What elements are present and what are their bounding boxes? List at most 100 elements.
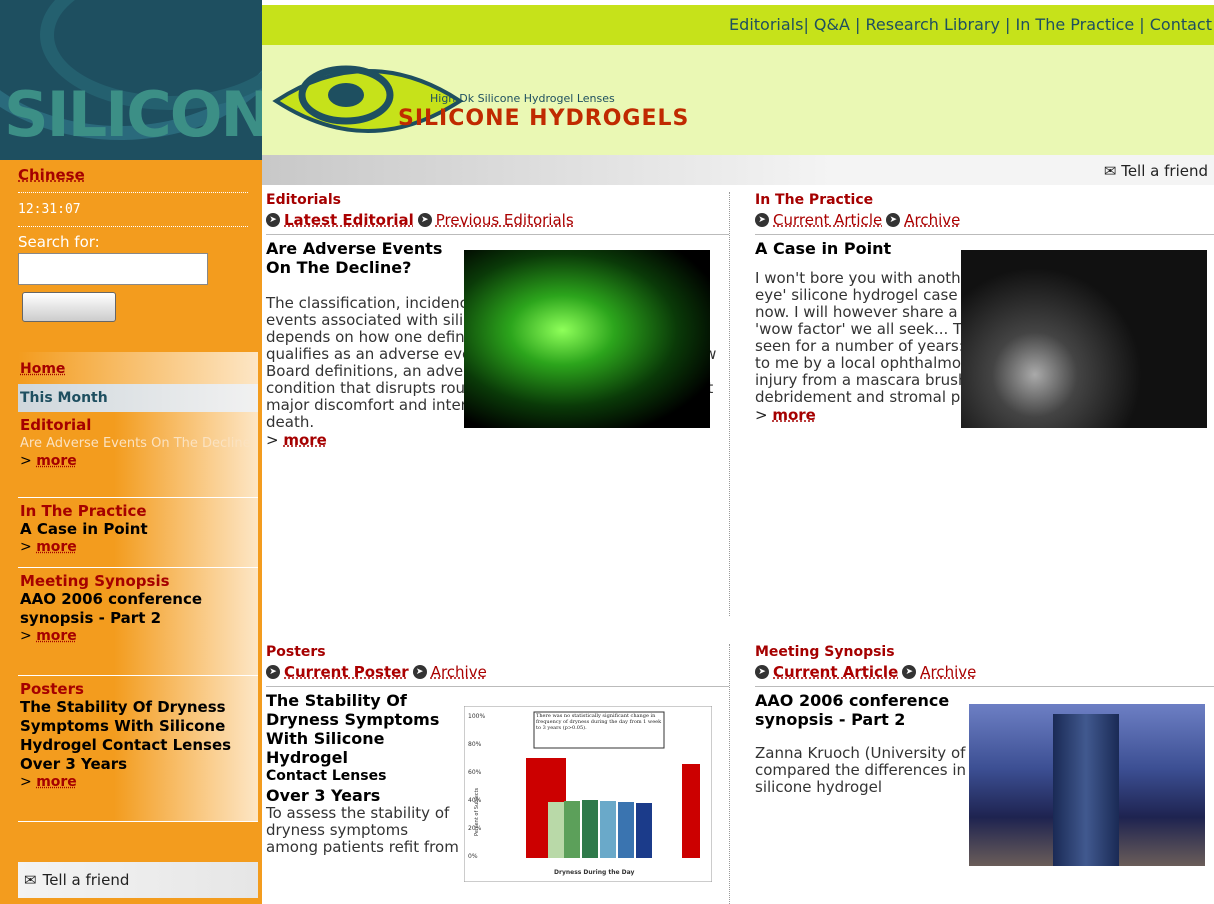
nav-in-the-practice[interactable]: In The Practice bbox=[1015, 15, 1134, 34]
poster-chart[interactable]: 100% 80% 60% 40% 20% 0% There was no sta… bbox=[464, 706, 712, 882]
panel-meeting: Meeting Synopsis ➤ Current Article ➤ Arc… bbox=[755, 644, 1214, 904]
tagline: High-Dk Silicone Hydrogel Lenses bbox=[430, 92, 615, 105]
panel-category: In The Practice bbox=[755, 192, 874, 208]
divider bbox=[266, 686, 729, 687]
tell-a-friend-top[interactable]: ✉ Tell a friend bbox=[1104, 162, 1208, 180]
nav-section-posters: Posters The Stability Of Dryness Symptom… bbox=[18, 676, 258, 822]
search-button[interactable] bbox=[22, 292, 116, 322]
site-banner bbox=[262, 45, 1214, 155]
more-link[interactable]: > more bbox=[20, 628, 256, 644]
divider bbox=[755, 234, 1214, 235]
nav-section-title[interactable]: The Stability Of Dryness Symptoms With S… bbox=[20, 698, 256, 774]
divider bbox=[18, 192, 248, 193]
arrow-right-icon: ➤ bbox=[266, 213, 280, 227]
envelope-icon: ✉ bbox=[24, 871, 37, 889]
left-sidebar: SILICONE Chinese 12:31:07 Search for: Ho… bbox=[0, 0, 262, 904]
sidebar-nav: Home This Month Editorial Are Adverse Ev… bbox=[18, 352, 258, 822]
poster-title[interactable]: The Stability Of Dryness Symptoms With S… bbox=[266, 691, 460, 767]
bar bbox=[582, 800, 598, 858]
previous-editorials-link[interactable]: Previous Editorials bbox=[436, 211, 574, 229]
y-tick: 80% bbox=[468, 741, 482, 748]
brand-name: SILICONE HYDROGELS bbox=[398, 106, 690, 131]
nav-section-practice: In The Practice A Case in Point > more bbox=[18, 498, 258, 568]
arrow-right-icon: ➤ bbox=[886, 213, 901, 227]
panel-links: ➤ Current Poster ➤ Archive bbox=[266, 663, 729, 681]
nav-section-title[interactable]: Are Adverse Events On The Decline bbox=[20, 434, 256, 453]
arrow-right-icon: ➤ bbox=[417, 213, 432, 227]
nav-qa[interactable]: Q&A bbox=[814, 15, 850, 34]
panel-editorials: Editorials ➤ Latest Editorial ➤ Previous… bbox=[266, 192, 730, 616]
panel-practice: In The Practice ➤ Current Article ➤ Arch… bbox=[755, 192, 1214, 616]
nav-section-title[interactable]: AAO 2006 conference synopsis - Part 2 bbox=[20, 590, 256, 628]
y-tick: 100% bbox=[468, 713, 485, 720]
bar bbox=[636, 803, 652, 858]
nav-this-month: This Month bbox=[18, 384, 258, 412]
language-link[interactable]: Chinese bbox=[18, 166, 85, 184]
nav-editorials[interactable]: Editorials bbox=[729, 15, 803, 34]
bar bbox=[548, 802, 564, 858]
poster-title-cont[interactable]: Contact Lenses bbox=[266, 767, 460, 786]
panel-links: ➤ Current Article ➤ Archive bbox=[755, 211, 1214, 229]
archive-link[interactable]: Archive bbox=[904, 211, 960, 229]
panel-posters: Posters ➤ Current Poster ➤ Archive 100% … bbox=[266, 644, 730, 904]
arrow-right-icon: ➤ bbox=[266, 665, 280, 679]
panel-category: Meeting Synopsis bbox=[755, 644, 895, 660]
top-nav-bar: Editorials| Q&A | Research Library | In … bbox=[262, 5, 1214, 45]
silicone-logo: SILICONE bbox=[0, 0, 262, 160]
divider bbox=[755, 686, 1214, 687]
building-graphic bbox=[1053, 714, 1119, 866]
top-nav: Editorials| Q&A | Research Library | In … bbox=[729, 15, 1212, 34]
bar bbox=[618, 802, 634, 858]
more-link[interactable]: > more bbox=[20, 453, 256, 469]
envelope-icon: ✉ bbox=[1103, 162, 1117, 180]
nav-research-library[interactable]: Research Library bbox=[866, 15, 1000, 34]
nav-section-editorial: Editorial Are Adverse Events On The Decl… bbox=[18, 412, 258, 498]
bar bbox=[564, 801, 580, 858]
search-input[interactable] bbox=[18, 253, 208, 285]
article-image-building[interactable] bbox=[969, 704, 1205, 866]
latest-editorial-link[interactable]: Latest Editorial bbox=[284, 211, 414, 229]
archive-link[interactable]: Archive bbox=[920, 663, 976, 681]
nav-section-meeting: Meeting Synopsis AAO 2006 conference syn… bbox=[18, 568, 258, 676]
arrow-right-icon: ➤ bbox=[755, 213, 769, 227]
nav-section-heading: Posters bbox=[20, 680, 84, 698]
more-link[interactable]: > more bbox=[266, 431, 729, 449]
nav-section-title[interactable]: A Case in Point bbox=[20, 520, 256, 539]
panel-category: Editorials bbox=[266, 192, 341, 208]
chart-note: There was no statistically significant c… bbox=[536, 713, 662, 731]
poster-body: To assess the stability of dryness sympt… bbox=[266, 804, 459, 856]
current-poster-link[interactable]: Current Poster bbox=[284, 663, 409, 681]
toolbar-strip bbox=[262, 155, 1214, 185]
search-label: Search for: bbox=[18, 233, 100, 251]
more-link[interactable]: > more bbox=[20, 774, 256, 790]
more-link[interactable]: > more bbox=[20, 539, 256, 555]
panel-links: ➤ Latest Editorial ➤ Previous Editorials bbox=[266, 211, 729, 229]
nav-contact[interactable]: Contact bbox=[1150, 15, 1212, 34]
clock: 12:31:07 bbox=[18, 202, 81, 217]
article-image-lenses[interactable] bbox=[961, 250, 1207, 428]
y-tick: 60% bbox=[468, 769, 482, 776]
nav-section-heading: Editorial bbox=[20, 416, 92, 434]
poster-title-end[interactable]: Over 3 Years bbox=[266, 786, 460, 805]
current-article-link[interactable]: Current Article bbox=[773, 211, 882, 229]
divider bbox=[266, 234, 729, 235]
archive-link[interactable]: Archive bbox=[431, 663, 487, 681]
tell-a-friend-sidebar[interactable]: ✉ Tell a friend bbox=[18, 862, 258, 898]
bar bbox=[682, 764, 700, 858]
arrow-right-icon: ➤ bbox=[755, 665, 769, 679]
y-tick: 0% bbox=[468, 853, 478, 860]
panel-category: Posters bbox=[266, 644, 326, 660]
x-axis-label: Dryness During the Day bbox=[554, 869, 634, 876]
current-article-link[interactable]: Current Article bbox=[773, 663, 898, 681]
article-image-eye[interactable] bbox=[464, 250, 710, 428]
article-title[interactable]: AAO 2006 conference synopsis - Part 2 bbox=[755, 691, 955, 729]
nav-section-heading: Meeting Synopsis bbox=[20, 572, 170, 590]
article-title[interactable]: Are Adverse Events On The Decline? bbox=[266, 239, 446, 277]
nav-section-heading: In The Practice bbox=[20, 502, 147, 520]
nav-home[interactable]: Home bbox=[18, 352, 258, 384]
arrow-right-icon: ➤ bbox=[412, 665, 427, 679]
arrow-right-icon: ➤ bbox=[902, 665, 917, 679]
y-axis-label: Percent of Subjects bbox=[474, 787, 480, 836]
panel-links: ➤ Current Article ➤ Archive bbox=[755, 663, 1214, 681]
divider bbox=[18, 226, 248, 227]
